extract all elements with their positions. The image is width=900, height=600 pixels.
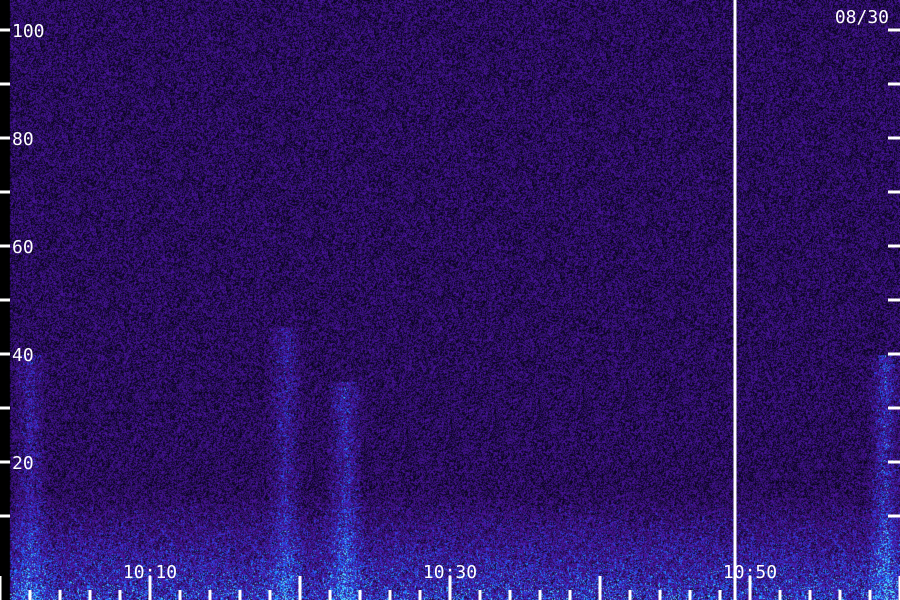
x-tick-label: 10:10 [123,562,177,583]
y-tick-label: 100 [12,21,45,42]
y-tick-label: 80 [12,129,34,150]
y-tick-label: 60 [12,237,34,258]
x-tick-label: 10:30 [423,562,477,583]
x-axis: 10:10 10:30 10:50 [0,562,900,600]
spectrogram: 20 40 60 80 100 10:10 10:30 10:50 08/30 [0,0,900,600]
y-axis-right [888,28,900,518]
date-label: 08/30 [835,7,889,28]
y-tick-label: 40 [12,345,34,366]
y-tick-label: 20 [12,453,34,474]
x-tick-label: 10:50 [723,562,777,583]
y-axis-left: 20 40 60 80 100 [0,21,45,518]
chart-overlay: 20 40 60 80 100 10:10 10:30 10:50 08/30 [0,0,900,600]
